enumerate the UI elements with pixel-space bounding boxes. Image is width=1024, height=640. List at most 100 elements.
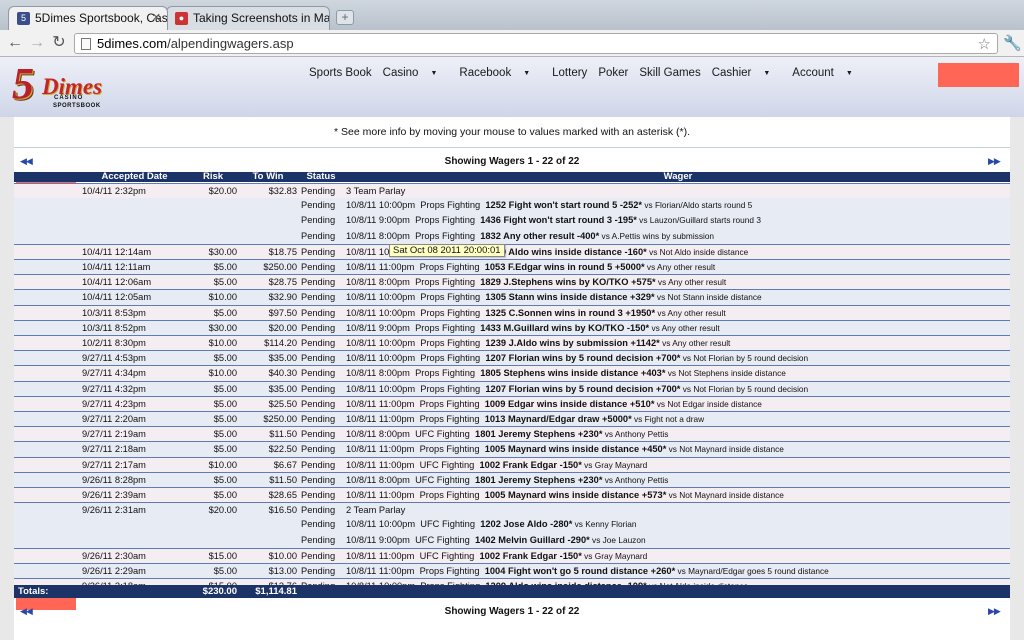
wager-selection[interactable]: 1207 Florian wins by 5 round decision +7… <box>485 353 680 363</box>
wager-event[interactable]: 10/8/11 11:00pm Props Fighting <box>346 262 485 272</box>
nav-account[interactable]: Account ▼ <box>792 67 864 79</box>
wager-event[interactable]: 10/8/11 10:00pm Props Fighting <box>346 384 485 394</box>
wager-selection[interactable]: 1433 M.Guillard wins by KO/TKO -150* <box>480 323 649 333</box>
wager-event[interactable]: 10/8/11 10:00pm Props Fighting <box>346 338 485 348</box>
wager-event[interactable]: 10/8/11 11:00pm Props Fighting <box>346 490 485 500</box>
wager-selection[interactable]: 1005 Maynard wins inside distance +450* <box>485 444 667 454</box>
wager-event[interactable]: 10/8/11 11:00pm Props Fighting <box>346 414 485 424</box>
wager-event[interactable]: 10/8/11 9:00pm UFC Fighting <box>346 535 475 545</box>
wager-event[interactable]: 10/8/11 8:00pm UFC Fighting <box>346 429 475 439</box>
wager-selection[interactable]: 1801 Jeremy Stephens +230* <box>475 475 602 485</box>
wager-event[interactable]: 10/8/11 10:00pm Props Fighting <box>346 200 485 210</box>
wager-selection[interactable]: 1436 Fight won't start round 3 -195* <box>480 215 637 225</box>
wager-selection[interactable]: 1053 F.Edgar wins in round 5 +5000* <box>485 262 645 272</box>
wager-selection[interactable]: 1207 Florian wins by 5 round decision +7… <box>485 384 680 394</box>
date-tooltip: Sat Oct 08 2011 20:00:01 <box>389 244 505 257</box>
last-page-icon[interactable]: ▶▶ <box>988 606 1001 617</box>
wager-cell[interactable]: 10/8/11 8:00pm Props Fighting 1832 Any o… <box>346 231 1010 241</box>
wager-cell[interactable]: 10/8/11 8:00pm UFC Fighting 1801 Jeremy … <box>346 475 1010 485</box>
nav-skill-games[interactable]: Skill Games <box>639 67 700 79</box>
wager-cell[interactable]: 2 Team Parlay <box>346 505 1010 515</box>
back-arrow-icon[interactable]: ← <box>6 34 24 52</box>
wager-cell[interactable]: 10/8/11 10:00pm Props Fighting 1252 Figh… <box>346 200 1010 210</box>
tab-screenshots[interactable]: ● Taking Screenshots in Mac O <box>166 6 330 30</box>
wager-cell[interactable]: 10/8/11 10:00pm Props Fighting 1207 Flor… <box>346 384 1010 394</box>
wager-cell[interactable]: 10/8/11 11:00pm Props Fighting 1005 Mayn… <box>346 444 1010 454</box>
reload-icon[interactable]: ↻ <box>50 34 68 52</box>
col-to-win[interactable]: To Win <box>239 171 297 182</box>
wager-event[interactable]: 10/8/11 8:00pm Props Fighting <box>346 368 480 378</box>
wager-selection[interactable]: 1252 Fight won't start round 5 -252* <box>485 200 642 210</box>
new-tab-button[interactable]: + <box>336 10 354 25</box>
wrench-icon[interactable]: 🔧 <box>1003 34 1022 52</box>
wager-selection[interactable]: 1801 Jeremy Stephens +230* <box>475 429 602 439</box>
col-wager[interactable]: Wager <box>346 171 1010 182</box>
wager-selection[interactable]: 1402 Melvin Guillard -290* <box>475 535 590 545</box>
wager-cell[interactable]: 10/8/11 10:00pm Props Fighting 1325 C.So… <box>346 308 1010 318</box>
wager-event[interactable]: 10/8/11 10:00pm Props Fighting <box>346 353 485 363</box>
wager-event[interactable]: 10/8/11 11:00pm UFC Fighting <box>346 551 480 561</box>
wager-cell[interactable]: 10/8/11 10:00pm Props Fighting 1207 Flor… <box>346 353 1010 363</box>
wager-event[interactable]: 10/8/11 10:00pm Props Fighting <box>346 292 485 302</box>
last-page-icon[interactable]: ▶▶ <box>988 156 1001 167</box>
bookmark-star-icon[interactable]: ☆ <box>978 35 991 53</box>
wager-cell[interactable]: 10/8/11 11:00pm Props Fighting 1004 Figh… <box>346 566 1010 576</box>
wager-cell[interactable]: 10/8/11 8:00pm Props Fighting 1829 J.Ste… <box>346 277 1010 287</box>
wager-cell[interactable]: 10/8/11 10:00pm Props Fighting 1305 Stan… <box>346 292 1010 302</box>
wager-selection[interactable]: 1009 Edgar wins inside distance +510* <box>485 399 655 409</box>
wager-event[interactable]: 10/8/11 11:00pm Props Fighting <box>346 399 485 409</box>
wager-cell[interactable]: 10/8/11 8:00pm Props Fighting 1805 Steph… <box>346 368 1010 378</box>
wager-selection[interactable]: 1832 Any other result -400* <box>480 231 599 241</box>
5dimes-logo[interactable]: 5 Dimes CASINO SPORTSBOOK <box>12 60 112 116</box>
status-cell: Pending <box>301 200 336 211</box>
close-tab-icon[interactable]: ✕ <box>152 7 161 29</box>
wager-selection[interactable]: 1829 J.Stephens wins by KO/TKO +575* <box>480 277 655 287</box>
wager-cell[interactable]: 10/8/11 11:00pm UFC Fighting 1002 Frank … <box>346 460 1010 470</box>
wager-event[interactable]: 10/8/11 10:00pm UFC Fighting <box>346 519 480 529</box>
wager-cell[interactable]: 10/8/11 9:00pm Props Fighting 1433 M.Gui… <box>346 323 1010 333</box>
wager-cell[interactable]: 10/8/11 10:00pm UFC Fighting 1202 Jose A… <box>346 519 1010 529</box>
wager-cell[interactable]: 10/8/11 8:00pm UFC Fighting 1801 Jeremy … <box>346 429 1010 439</box>
wager-cell[interactable]: 10/8/11 9:00pm UFC Fighting 1402 Melvin … <box>346 535 1010 545</box>
wager-selection[interactable]: 1004 Fight won't go 5 round distance +26… <box>485 566 676 576</box>
wager-cell[interactable]: 10/8/11 11:00pm Props Fighting 1053 F.Ed… <box>346 262 1010 272</box>
nav-sports-book[interactable]: Sports Book <box>309 67 372 79</box>
col-risk[interactable]: Risk <box>189 171 237 182</box>
wager-selection[interactable]: 1305 Stann wins inside distance +329* <box>485 292 654 302</box>
wager-event[interactable]: 10/8/11 10:00pm Props Fighting <box>346 308 485 318</box>
col-status[interactable]: Status <box>299 171 343 182</box>
wager-event[interactable]: 10/8/11 9:00pm Props Fighting <box>346 215 480 225</box>
wager-selection[interactable]: 1013 Maynard/Edgar draw +5000* <box>485 414 632 424</box>
wager-selection[interactable]: 1005 Maynard wins inside distance +573* <box>485 490 667 500</box>
wager-cell[interactable]: 10/8/11 10:00pm Props Fighting 1239 J.Al… <box>346 338 1010 348</box>
wager-selection[interactable]: 1202 Jose Aldo -280* <box>480 519 572 529</box>
wager-event[interactable]: 10/8/11 9:00pm Props Fighting <box>346 323 480 333</box>
forward-arrow-icon[interactable]: → <box>28 34 46 52</box>
nav-lottery[interactable]: Lottery <box>552 67 587 79</box>
nav-racebook[interactable]: Racebook ▼ <box>459 67 541 79</box>
nav-poker[interactable]: Poker <box>598 67 628 79</box>
wager-event[interactable]: 10/8/11 11:00pm Props Fighting <box>346 566 485 576</box>
wager-selection[interactable]: 1805 Stephens wins inside distance +403* <box>480 368 665 378</box>
nav-cashier[interactable]: Cashier ▼ <box>712 67 782 79</box>
address-bar[interactable]: 5dimes.com/alpendingwagers.asp ☆ <box>74 33 998 54</box>
wager-selection[interactable]: 1309 Aldo wins inside distance -160* <box>485 247 646 257</box>
wager-cell[interactable]: 10/8/11 9:00pm Props Fighting 1436 Fight… <box>346 215 1010 225</box>
wager-event[interactable]: 10/8/11 8:00pm Props Fighting <box>346 277 480 287</box>
nav-casino[interactable]: Casino ▼ <box>383 67 449 79</box>
tab-5dimes[interactable]: 5 5Dimes Sportsbook, Casino, ✕ <box>8 6 168 30</box>
wager-event[interactable]: 10/8/11 11:00pm Props Fighting <box>346 444 485 454</box>
wager-cell[interactable]: 10/8/11 11:00pm Props Fighting 1009 Edga… <box>346 399 1010 409</box>
wager-selection[interactable]: 1002 Frank Edgar -150* <box>480 460 582 470</box>
wager-cell[interactable]: 10/8/11 11:00pm Props Fighting 1005 Mayn… <box>346 490 1010 500</box>
wager-selection[interactable]: 1325 C.Sonnen wins in round 3 +1950* <box>485 308 655 318</box>
wager-selection[interactable]: 1002 Frank Edgar -150* <box>480 551 582 561</box>
wager-selection[interactable]: 1239 J.Aldo wins by submission +1142* <box>485 338 659 348</box>
wager-event[interactable]: 10/8/11 8:00pm Props Fighting <box>346 231 480 241</box>
wager-event[interactable]: 10/8/11 11:00pm UFC Fighting <box>346 460 480 470</box>
wager-cell[interactable]: 10/8/11 11:00pm UFC Fighting 1002 Frank … <box>346 551 1010 561</box>
col-accepted-date[interactable]: Accepted Date <box>82 171 187 182</box>
wager-cell[interactable]: 3 Team Parlay <box>346 186 1010 196</box>
wager-event[interactable]: 10/8/11 8:00pm UFC Fighting <box>346 475 475 485</box>
wager-cell[interactable]: 10/8/11 11:00pm Props Fighting 1013 Mayn… <box>346 414 1010 424</box>
